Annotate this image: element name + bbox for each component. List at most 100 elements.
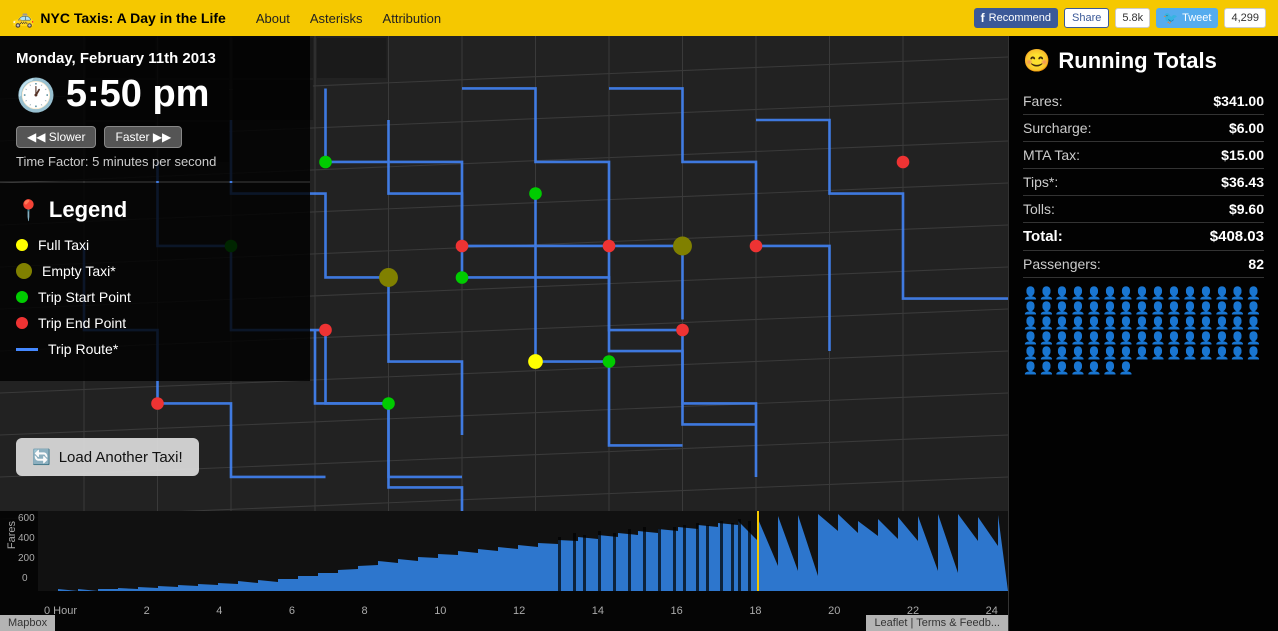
legend-trip-end: Trip End Point	[16, 315, 294, 331]
tips-row: Tips*: $36.43	[1023, 169, 1264, 196]
date-label: Monday, February 11th 2013	[16, 50, 294, 67]
person-icon: 👤	[1071, 301, 1086, 315]
legend-trip-start: Trip Start Point	[16, 289, 294, 305]
person-icon: 👤	[1183, 316, 1198, 330]
tweet-button[interactable]: 🐦 Tweet	[1156, 8, 1218, 28]
reload-popup[interactable]: 🔄 Load Another Taxi!	[16, 438, 199, 476]
reload-icon: 🔄	[32, 448, 51, 466]
tolls-value: $9.60	[1229, 201, 1264, 217]
person-icon: 👤	[1183, 346, 1198, 360]
site-title: NYC Taxis: A Day in the Life	[40, 10, 225, 26]
trip-route-line	[16, 348, 38, 351]
person-icon: 👤	[1103, 361, 1118, 375]
bottom-chart[interactable]: Fares 600 400 200 0	[0, 511, 1008, 631]
person-icon: 👤	[1023, 316, 1038, 330]
faster-button[interactable]: Faster ▶▶	[104, 126, 182, 148]
person-icon: 👤	[1246, 346, 1261, 360]
time-factor-label: Time Factor: 5 minutes per second	[16, 154, 294, 169]
fb-recommend-button[interactable]: f Recommend	[974, 8, 1058, 28]
legend-panel: 📍 Legend Full Taxi Empty Taxi* Trip Star…	[0, 183, 310, 381]
trip-end-dot	[16, 317, 28, 329]
person-icon: 👤	[1055, 301, 1070, 315]
person-icon: 👤	[1055, 346, 1070, 360]
person-icon: 👤	[1119, 286, 1134, 300]
person-icon: 👤	[1087, 316, 1102, 330]
person-icon: 👤	[1135, 331, 1150, 345]
current-time: 5:50 pm	[66, 73, 210, 116]
nav-asterisks[interactable]: Asterisks	[310, 11, 363, 26]
person-icon: 👤	[1119, 331, 1134, 345]
chart-svg	[38, 511, 1008, 591]
person-icon: 👤	[1246, 316, 1261, 330]
slower-button[interactable]: ◀◀ Slower	[16, 126, 96, 148]
x-label-2: 2	[144, 605, 150, 617]
person-icon: 👤	[1023, 361, 1038, 375]
legend-title: 📍 Legend	[16, 197, 294, 223]
legend-trip-route: Trip Route*	[16, 341, 294, 357]
person-icon: 👤	[1023, 301, 1038, 315]
x-label-10: 10	[434, 605, 446, 617]
x-label-16: 16	[671, 605, 683, 617]
fares-label: Fares:	[1023, 93, 1063, 109]
clock-icon: 🕐	[16, 76, 56, 114]
x-label-20: 20	[828, 605, 840, 617]
mtatax-label: MTA Tax:	[1023, 147, 1080, 163]
person-icon: 👤	[1039, 361, 1054, 375]
passengers-label: Passengers:	[1023, 256, 1101, 272]
totals-title: 😊 Running Totals	[1023, 48, 1264, 74]
person-icon: 👤	[1198, 316, 1213, 330]
mtatax-value: $15.00	[1221, 147, 1264, 163]
person-icon: 👤	[1151, 346, 1166, 360]
person-icon: 👤	[1039, 316, 1054, 330]
nav-about[interactable]: About	[256, 11, 290, 26]
totals-icon: 😊	[1023, 48, 1050, 74]
fb-share-button[interactable]: Share	[1064, 8, 1109, 28]
person-icon: 👤	[1151, 316, 1166, 330]
person-icon: 👤	[1167, 286, 1182, 300]
person-icon: 👤	[1135, 346, 1150, 360]
person-icon: 👤	[1198, 346, 1213, 360]
surcharge-row: Surcharge: $6.00	[1023, 115, 1264, 142]
person-icon: 👤	[1151, 301, 1166, 315]
person-icon: 👤	[1214, 286, 1229, 300]
surcharge-label: Surcharge:	[1023, 120, 1091, 136]
person-icon: 👤	[1167, 346, 1182, 360]
person-icon: 👤	[1087, 331, 1102, 345]
person-icon: 👤	[1183, 331, 1198, 345]
person-icon: 👤	[1055, 286, 1070, 300]
person-icon: 👤	[1214, 346, 1229, 360]
fares-y-label: Fares	[6, 521, 18, 549]
person-icon: 👤	[1087, 286, 1102, 300]
person-icon: 👤	[1151, 331, 1166, 345]
x-label-8: 8	[362, 605, 368, 617]
total-value: $408.03	[1210, 228, 1264, 245]
pin-icon: 📍	[16, 198, 41, 223]
speed-controls: ◀◀ Slower Faster ▶▶	[16, 126, 294, 148]
person-icon: 👤	[1071, 286, 1086, 300]
person-icon: 👤	[1055, 361, 1070, 375]
fares-value: $341.00	[1213, 93, 1264, 109]
person-icon: 👤	[1103, 286, 1118, 300]
empty-taxi-dot	[16, 263, 32, 279]
top-navigation: 🚕 NYC Taxis: A Day in the Life About Ast…	[0, 0, 1278, 36]
tips-value: $36.43	[1221, 174, 1264, 190]
site-logo: 🚕 NYC Taxis: A Day in the Life	[12, 8, 226, 29]
main-area: Monday, February 11th 2013 🕐 5:50 pm ◀◀ …	[0, 36, 1278, 631]
legend-full-taxi: Full Taxi	[16, 237, 294, 253]
person-icon: 👤	[1055, 331, 1070, 345]
legend-empty-taxi: Empty Taxi*	[16, 263, 294, 279]
x-label-12: 12	[513, 605, 525, 617]
mapbox-credit: Mapbox	[0, 615, 55, 631]
nav-attribution[interactable]: Attribution	[383, 11, 442, 26]
person-icon: 👤	[1103, 346, 1118, 360]
tweet-count: 4,299	[1224, 8, 1266, 28]
tips-label: Tips*:	[1023, 174, 1058, 190]
person-icon: 👤	[1103, 316, 1118, 330]
x-label-4: 4	[216, 605, 222, 617]
person-icon: 👤	[1214, 316, 1229, 330]
person-icon: 👤	[1039, 301, 1054, 315]
person-icon: 👤	[1039, 346, 1054, 360]
person-icon: 👤	[1023, 346, 1038, 360]
reload-label: Load Another Taxi!	[59, 449, 183, 466]
person-icon: 👤	[1087, 361, 1102, 375]
